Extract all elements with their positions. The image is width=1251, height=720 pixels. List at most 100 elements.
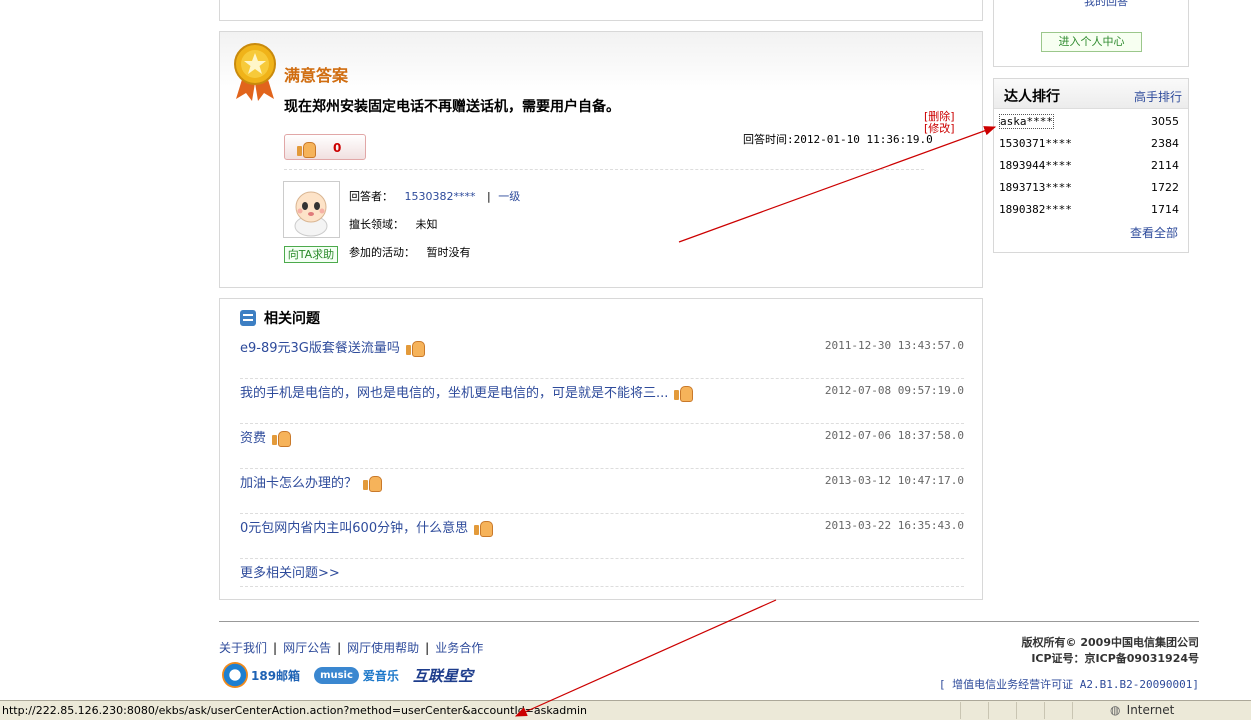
personal-center-button[interactable]: 进入个人中心 [1041,32,1142,52]
view-all-link[interactable]: 查看全部 [1130,224,1178,241]
related-question-row: 加油卡怎么办理的？ 2013-03-12 10:47:17.0 [240,469,964,514]
ranking-row[interactable]: aska**** 3055 [999,114,1179,129]
related-question-time: 2013-03-12 10:47:17.0 [824,474,964,487]
ranking-row[interactable]: 1530371**** 2384 [999,137,1179,150]
expertise-value: 未知 [415,218,438,231]
ranking-header: 达人排行 高手排行 [994,79,1188,109]
satisfied-answer-panel: 满意答案 现在郑州安装固定电话不再赠送话机，需要用户自备。 [删除] [修改] … [219,31,983,288]
expert-ranking-panel: 达人排行 高手排行 aska**** 3055 1530371**** 2384 189… [993,78,1189,253]
related-question-time: 2012-07-08 09:57:19.0 [824,384,964,397]
footer-link-notice[interactable]: 网厅公告 [283,641,331,655]
footer-divider [219,621,1199,622]
related-question-link[interactable]: 我的手机是电信的，网也是电信的，坐机更是电信的，可是就是不能将三... [240,382,694,402]
expertise-line: 擅长领域： 未知 [349,216,438,232]
ask-help-button[interactable]: 向TA求助 [284,246,338,263]
zone-label: Internet [1126,703,1175,717]
expert-rank-link[interactable]: 高手排行 [1134,88,1182,105]
related-question-time: 2013-03-22 16:35:43.0 [824,519,964,532]
ranking-row[interactable]: 1893944**** 2114 [999,159,1179,172]
related-question-link[interactable]: 0元包网内省内主叫600分钟，什么意思 [240,517,494,537]
related-questions-title: 相关问题 [264,311,320,327]
related-question-time: 2012-07-06 18:37:58.0 [824,429,964,442]
related-question-text: 加油卡怎么办理的？ [240,476,358,491]
related-question-row: e9-89元3G版套餐送流量吗 2011-12-30 13:43:57.0 [240,334,964,379]
ranking-score: 2114 [1151,159,1179,172]
mail-logo-icon [222,662,248,688]
related-question-link[interactable]: e9-89元3G版套餐送流量吗 [240,337,425,357]
partner-logos: 189邮箱 music 爱音乐 互联星空 [222,661,473,689]
answer-text: 现在郑州安装固定电话不再赠送话机，需要用户自备。 [284,99,620,115]
related-question-text: 0元包网内省内主叫600分钟，什么意思 [240,521,469,536]
thumbs-up-icon [405,339,425,357]
ranking-score: 2384 [1151,137,1179,150]
status-url: http://222.85.126.230:8080/ekbs/ask/user… [2,704,588,717]
logo-vnet[interactable]: 互联星空 [413,661,473,689]
footer-link-cooperation[interactable]: 业务合作 [435,641,483,655]
like-button[interactable]: 0 [284,134,366,160]
ranking-score: 3055 [1151,115,1179,128]
footer-link-about[interactable]: 关于我们 [219,641,267,655]
ranking-row[interactable]: 1890382**** 1714 [999,203,1179,216]
status-cells [960,702,1100,719]
thumbs-up-icon [272,429,292,447]
thumbs-up-icon [474,519,494,537]
avatar [283,181,340,238]
activity-line: 参加的活动： 暂时没有 [349,244,471,260]
answerer-level-link[interactable]: 一级 [498,190,520,203]
ranking-user-name[interactable]: 1530371**** [999,137,1072,150]
ranking-user-name[interactable]: 1893713**** [999,181,1072,194]
related-question-row: 我的手机是电信的，网也是电信的，坐机更是电信的，可是就是不能将三... 2012-… [240,379,964,424]
related-question-text: e9-89元3G版套餐送流量吗 [240,341,400,356]
logo-imusic-label: 爱音乐 [362,668,399,683]
icp-line: ICP证号：京ICP备09031924号 [1031,652,1199,665]
expertise-label: 擅长领域： [349,218,404,231]
answerer-label: 回答者： [349,190,393,203]
related-question-text: 资费 [240,431,267,446]
related-question-time: 2011-12-30 13:43:57.0 [824,339,964,352]
license-link[interactable]: [ 增值电信业务经营许可证 A2.B1.B2-20090001] [939,676,1199,692]
internet-zone: ◍ Internet [1110,703,1174,717]
browser-status-bar: http://222.85.126.230:8080/ekbs/ask/user… [0,700,1251,720]
divider [284,169,924,170]
ranking-title: 达人排行 [1004,89,1060,105]
thumbs-up-icon [363,474,383,492]
my-answer-link[interactable]: 我的回答 [1084,0,1128,9]
related-question-row: 0元包网内省内主叫600分钟，什么意思 2013-03-22 16:35:43.0 [240,514,964,559]
related-question-row: 资费 2012-07-06 18:37:58.0 [240,424,964,469]
ranking-user-name[interactable]: 1893944**** [999,159,1072,172]
related-question-link[interactable]: 加油卡怎么办理的？ [240,472,383,492]
ranking-row[interactable]: 1893713**** 1722 [999,181,1179,194]
ranking-score: 1722 [1151,181,1179,194]
copyright-line: 版权所有© 2009中国电信集团公司 [1021,636,1199,649]
answer-time: 回答时间:2012-01-10 11:36:19.0 [743,133,933,146]
footer-separator: | [337,641,342,655]
logo-189-mail[interactable]: 189邮箱 [222,661,300,689]
copyright: 版权所有© 2009中国电信集团公司 ICP证号：京ICP备09031924号 [1022,635,1199,667]
answerer-name-link[interactable]: 1530382**** [405,190,476,203]
logo-vnet-label: 互联星空 [412,666,473,685]
ranking-user-name[interactable]: aska**** [999,114,1054,129]
activity-label: 参加的活动： [349,246,415,259]
footer-separator: | [273,641,278,655]
personal-panel: 我的回答 进入个人中心 [993,0,1189,67]
answerer-line: 回答者： 1530382**** | 一级 [349,188,520,204]
footer-link-help[interactable]: 网厅使用帮助 [347,641,419,655]
thumbs-up-icon [297,140,316,158]
medal-icon [234,43,276,101]
music-logo-icon: music [314,666,359,684]
more-related-link[interactable]: 更多相关问题>> [240,562,340,581]
activity-value: 暂时没有 [426,246,471,259]
related-question-text: 我的手机是电信的，网也是电信的，坐机更是电信的，可是就是不能将三... [240,386,669,401]
like-count: 0 [333,141,342,155]
answerer-separator: | [487,190,491,203]
globe-icon: ◍ [1110,703,1127,717]
footer-separator: | [425,641,430,655]
arrow-to-status-url [514,599,777,717]
related-question-link[interactable]: 资费 [240,427,292,447]
previous-section-panel [219,0,983,21]
divider [240,586,964,587]
list-icon [240,310,256,326]
related-questions-panel: 相关问题 e9-89元3G版套餐送流量吗 2011-12-30 13:43:57.… [219,298,983,600]
logo-imusic[interactable]: music 爱音乐 [314,661,399,689]
ranking-user-name[interactable]: 1890382**** [999,203,1072,216]
